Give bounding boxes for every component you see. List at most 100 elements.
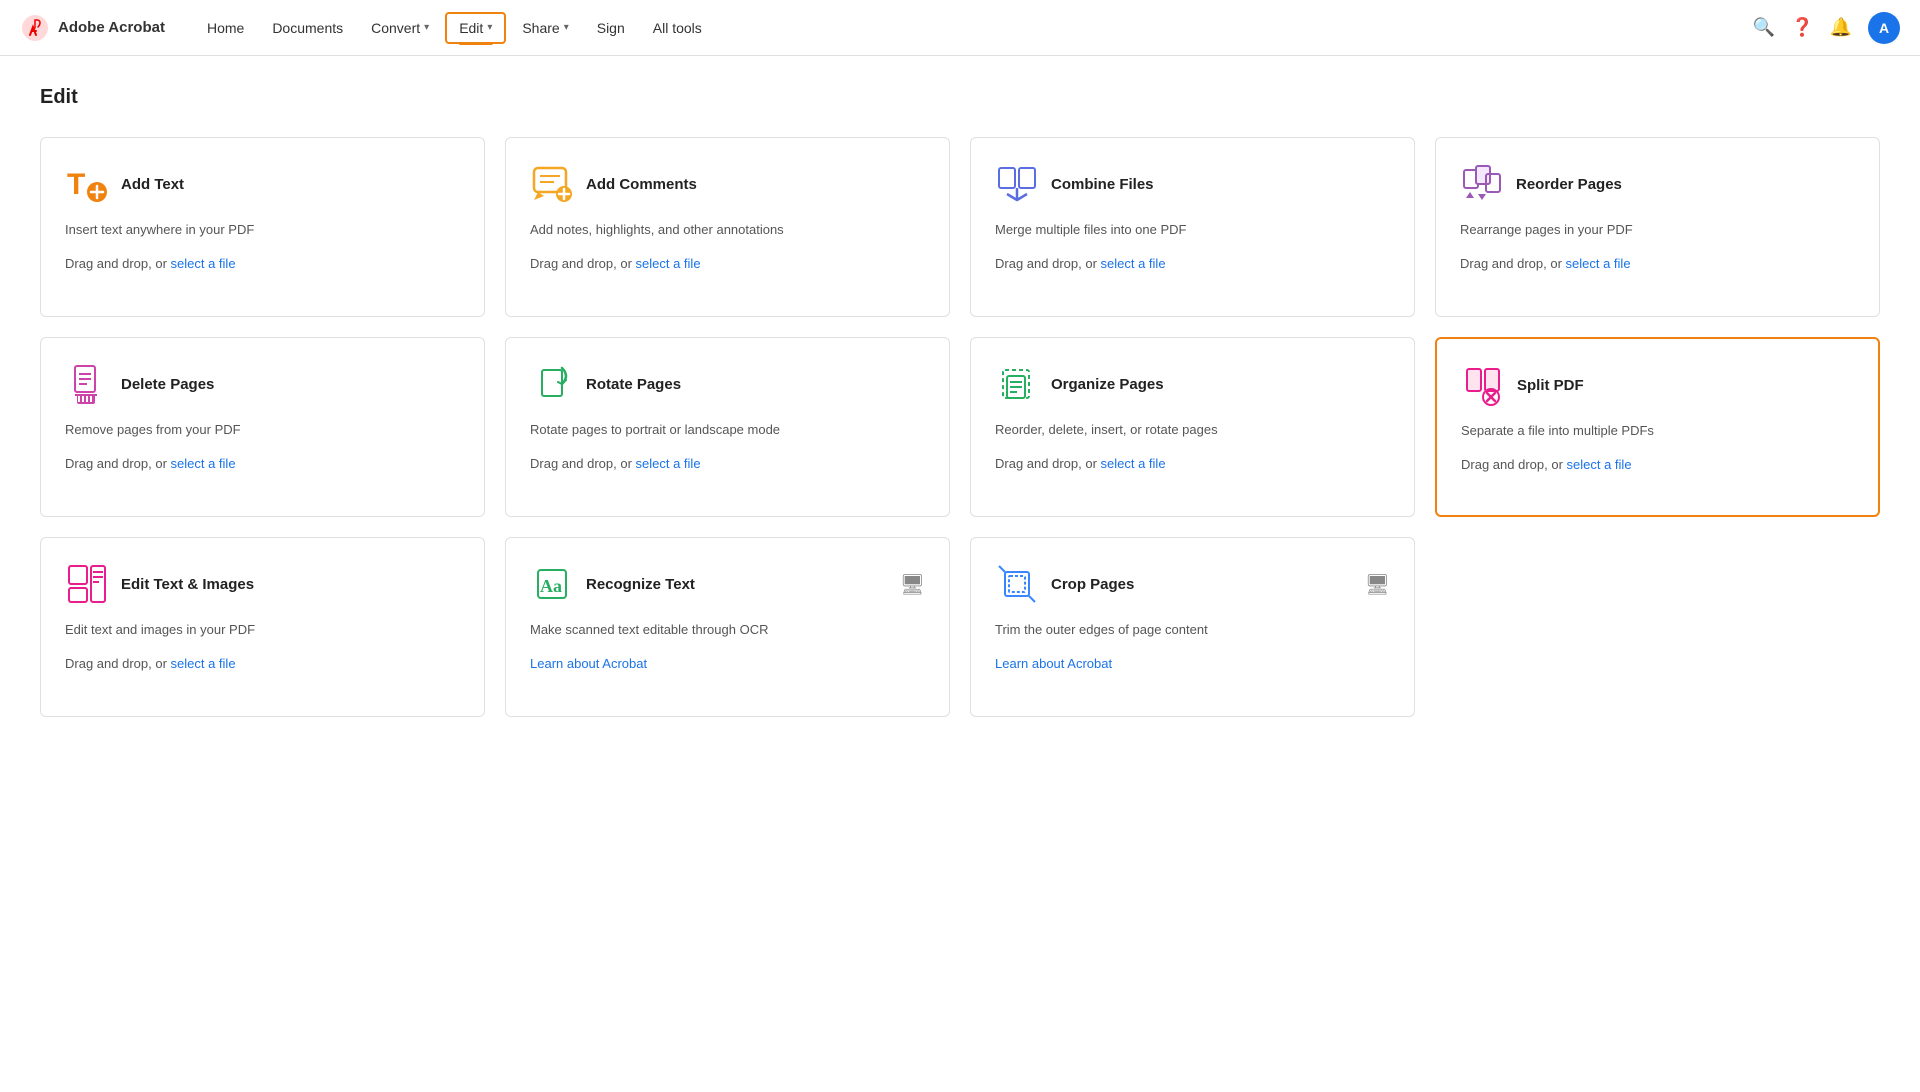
add-text-select-link[interactable]: select a file	[171, 256, 236, 271]
rotate-pages-desc: Rotate pages to portrait or landscape mo…	[530, 420, 925, 440]
organize-pages-select-link[interactable]: select a file	[1101, 456, 1166, 471]
crop-pages-desktop-icon: 🖥	[1365, 572, 1390, 597]
edit-text-images-action: Drag and drop, or select a file	[65, 656, 460, 671]
edit-text-images-desc: Edit text and images in your PDF	[65, 620, 460, 640]
add-comments-icon	[530, 162, 574, 206]
recognize-text-desktop-icon: 🖥	[900, 572, 925, 597]
brand: Adobe Acrobat	[20, 13, 165, 43]
svg-text:Aa: Aa	[540, 576, 562, 596]
combine-files-title: Combine Files	[1051, 176, 1154, 193]
tool-card-recognize-text[interactable]: Aa Recognize Text 🖥 Make scanned text ed…	[505, 537, 950, 717]
split-pdf-icon	[1461, 363, 1505, 407]
nav-sign[interactable]: Sign	[585, 14, 637, 42]
navbar: Adobe Acrobat Home Documents Convert ▾ E…	[0, 0, 1920, 56]
rotate-pages-title: Rotate Pages	[586, 376, 681, 393]
tools-grid: T Add Text Insert text anywhere in your …	[40, 137, 1880, 717]
reorder-pages-select-link[interactable]: select a file	[1566, 256, 1631, 271]
add-comments-select-link[interactable]: select a file	[636, 256, 701, 271]
split-pdf-select-link[interactable]: select a file	[1567, 457, 1632, 472]
crop-pages-icon	[995, 562, 1039, 606]
add-text-action: Drag and drop, or select a file	[65, 256, 460, 271]
tool-card-split-pdf[interactable]: Split PDF Separate a file into multiple …	[1435, 337, 1880, 517]
tool-card-combine-files[interactable]: Combine Files Merge multiple files into …	[970, 137, 1415, 317]
card-header-reorder-pages: Reorder Pages	[1460, 162, 1855, 206]
combine-files-select-link[interactable]: select a file	[1101, 256, 1166, 271]
rotate-pages-select-link[interactable]: select a file	[636, 456, 701, 471]
convert-chevron-icon: ▾	[424, 22, 429, 33]
delete-pages-select-link[interactable]: select a file	[171, 456, 236, 471]
card-header-delete-pages: Delete Pages	[65, 362, 460, 406]
tool-card-rotate-pages[interactable]: Rotate Pages Rotate pages to portrait or…	[505, 337, 950, 517]
recognize-text-title: Recognize Text	[586, 576, 695, 593]
reorder-pages-title: Reorder Pages	[1516, 176, 1622, 193]
organize-pages-icon	[995, 362, 1039, 406]
add-comments-action: Drag and drop, or select a file	[530, 256, 925, 271]
delete-pages-title: Delete Pages	[121, 376, 214, 393]
card-header-add-comments: Add Comments	[530, 162, 925, 206]
organize-pages-desc: Reorder, delete, insert, or rotate pages	[995, 420, 1390, 440]
split-pdf-title: Split PDF	[1517, 377, 1584, 394]
organize-pages-title: Organize Pages	[1051, 376, 1164, 393]
nav-home[interactable]: Home	[195, 14, 256, 42]
delete-pages-desc: Remove pages from your PDF	[65, 420, 460, 440]
crop-pages-learn-link[interactable]: Learn about Acrobat	[995, 656, 1112, 671]
help-icon[interactable]: ❓	[1791, 17, 1813, 38]
nav-links: Home Documents Convert ▾ Edit ▾ Share ▾ …	[195, 12, 1753, 44]
card-header-combine-files: Combine Files	[995, 162, 1390, 206]
recognize-text-desc: Make scanned text editable through OCR	[530, 620, 925, 640]
tool-card-add-comments[interactable]: Add Comments Add notes, highlights, and …	[505, 137, 950, 317]
share-chevron-icon: ▾	[564, 22, 569, 33]
crop-pages-action: Learn about Acrobat	[995, 656, 1390, 671]
add-text-title: Add Text	[121, 176, 184, 193]
card-header-recognize-text: Aa Recognize Text 🖥	[530, 562, 925, 606]
split-pdf-action: Drag and drop, or select a file	[1461, 457, 1854, 472]
nav-share[interactable]: Share ▾	[510, 14, 580, 42]
organize-pages-action: Drag and drop, or select a file	[995, 456, 1390, 471]
search-icon[interactable]: 🔍	[1753, 17, 1775, 38]
edit-text-images-icon	[65, 562, 109, 606]
combine-files-icon	[995, 162, 1039, 206]
split-pdf-desc: Separate a file into multiple PDFs	[1461, 421, 1854, 441]
card-header-split-pdf: Split PDF	[1461, 363, 1854, 407]
brand-name: Adobe Acrobat	[58, 19, 165, 36]
nav-edit[interactable]: Edit ▾	[445, 12, 506, 44]
rotate-pages-action: Drag and drop, or select a file	[530, 456, 925, 471]
recognize-text-icon: Aa	[530, 562, 574, 606]
recognize-text-action: Learn about Acrobat	[530, 656, 925, 671]
tool-card-delete-pages[interactable]: Delete Pages Remove pages from your PDF …	[40, 337, 485, 517]
recognize-text-learn-link[interactable]: Learn about Acrobat	[530, 656, 647, 671]
add-comments-title: Add Comments	[586, 176, 697, 193]
brand-logo-icon	[20, 13, 50, 43]
edit-text-images-select-link[interactable]: select a file	[171, 656, 236, 671]
tool-card-organize-pages[interactable]: Organize Pages Reorder, delete, insert, …	[970, 337, 1415, 517]
rotate-pages-icon	[530, 362, 574, 406]
combine-files-desc: Merge multiple files into one PDF	[995, 220, 1390, 240]
nav-documents[interactable]: Documents	[260, 14, 355, 42]
tool-card-crop-pages[interactable]: Crop Pages 🖥 Trim the outer edges of pag…	[970, 537, 1415, 717]
notifications-icon[interactable]: 🔔	[1830, 17, 1852, 38]
add-text-icon: T	[65, 162, 109, 206]
reorder-pages-icon	[1460, 162, 1504, 206]
combine-files-action: Drag and drop, or select a file	[995, 256, 1390, 271]
delete-pages-icon	[65, 362, 109, 406]
crop-pages-desc: Trim the outer edges of page content	[995, 620, 1390, 640]
svg-text:T: T	[67, 168, 85, 201]
reorder-pages-action: Drag and drop, or select a file	[1460, 256, 1855, 271]
crop-pages-title: Crop Pages	[1051, 576, 1134, 593]
card-header-edit-text-images: Edit Text & Images	[65, 562, 460, 606]
avatar[interactable]: A	[1868, 12, 1900, 44]
card-header-add-text: T Add Text	[65, 162, 460, 206]
page-title: Edit	[40, 86, 1880, 109]
tool-card-add-text[interactable]: T Add Text Insert text anywhere in your …	[40, 137, 485, 317]
reorder-pages-desc: Rearrange pages in your PDF	[1460, 220, 1855, 240]
add-text-desc: Insert text anywhere in your PDF	[65, 220, 460, 240]
main-content: Edit T Add Text Insert text anywhere in …	[0, 56, 1920, 747]
card-header-organize-pages: Organize Pages	[995, 362, 1390, 406]
nav-convert[interactable]: Convert ▾	[359, 14, 441, 42]
nav-all-tools[interactable]: All tools	[641, 14, 714, 42]
card-header-rotate-pages: Rotate Pages	[530, 362, 925, 406]
delete-pages-action: Drag and drop, or select a file	[65, 456, 460, 471]
card-header-crop-pages: Crop Pages 🖥	[995, 562, 1390, 606]
tool-card-reorder-pages[interactable]: Reorder Pages Rearrange pages in your PD…	[1435, 137, 1880, 317]
tool-card-edit-text-images[interactable]: Edit Text & Images Edit text and images …	[40, 537, 485, 717]
